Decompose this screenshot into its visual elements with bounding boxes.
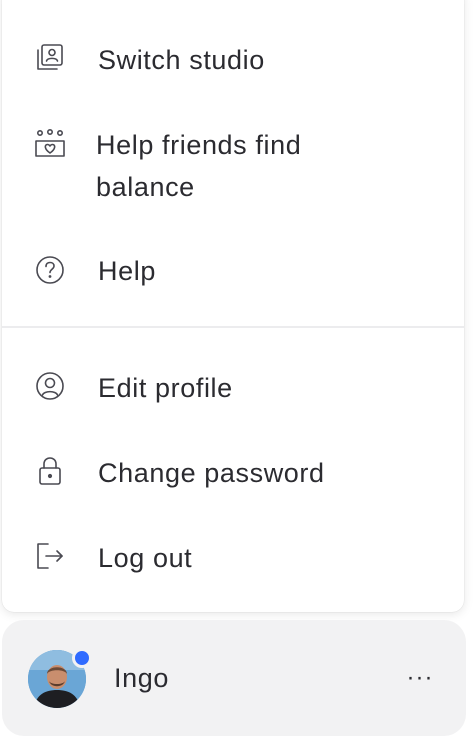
more-options-button[interactable]: ··· — [398, 660, 442, 696]
menu-divider — [2, 326, 464, 328]
menu-item-log-out[interactable] — [2, 538, 464, 580]
user-name: Ingo — [114, 663, 169, 693]
presence-indicator — [72, 648, 92, 668]
switch-studio-icon — [32, 95, 64, 127]
menu-item-label: Switch studio — [98, 45, 265, 75]
question-circle-icon — [34, 254, 66, 291]
menu-item-label: Log out — [98, 543, 193, 573]
switch-studio-icon — [34, 42, 66, 79]
menu-item-help[interactable] — [2, 251, 464, 293]
menu-item-edit-profile[interactable] — [2, 368, 464, 410]
menu-item-label: Help — [98, 256, 156, 286]
friends-heart-icon — [34, 128, 66, 165]
menu-item-label: Change password — [98, 458, 325, 488]
logout-icon — [34, 540, 66, 577]
user-bar[interactable]: Ingo ··· — [2, 620, 466, 736]
lock-icon — [34, 455, 66, 492]
app-stage: Switch studio Help friends find balance … — [0, 0, 476, 738]
user-circle-icon — [34, 370, 66, 407]
account-menu — [2, 0, 464, 612]
menu-item-label: Help friends find balance — [96, 130, 302, 202]
menu-item-label: Edit profile — [98, 373, 233, 403]
